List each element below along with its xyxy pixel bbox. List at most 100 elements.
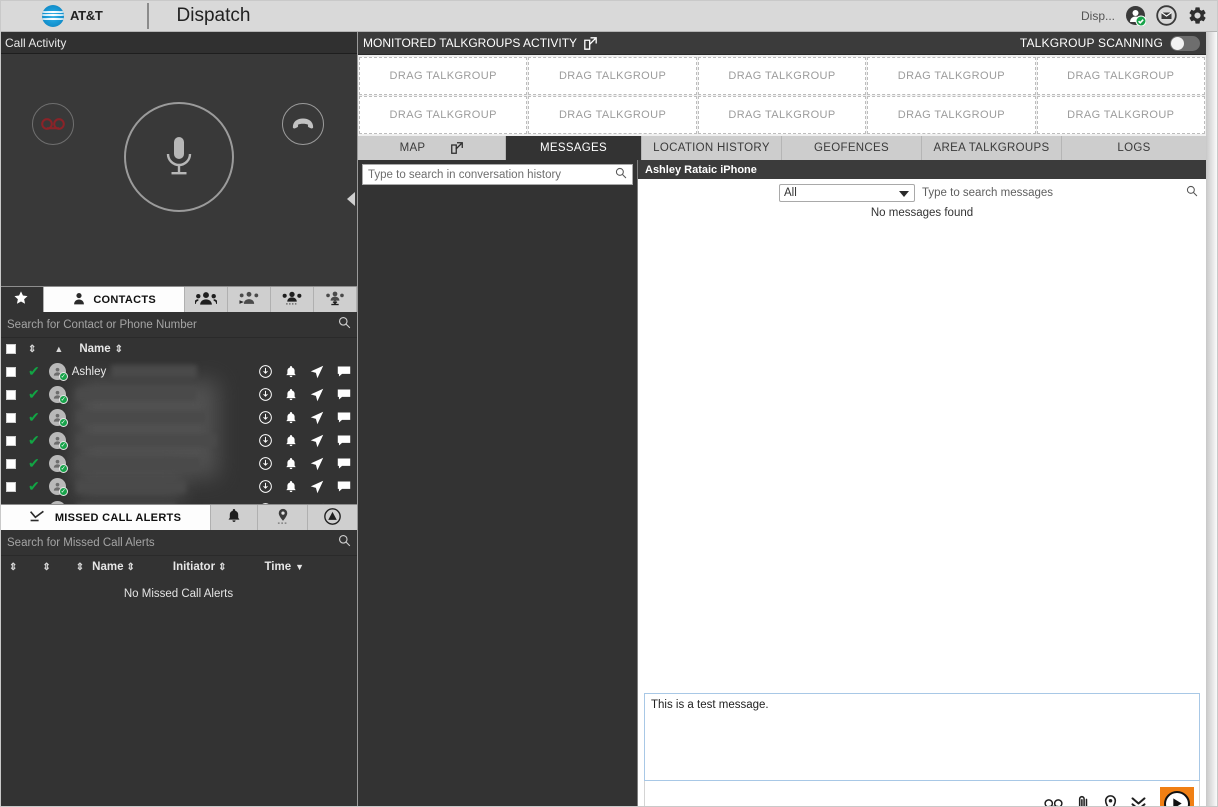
tab-missed-call-alerts[interactable]: MISSED CALL ALERTS	[0, 505, 212, 530]
sort-presence-icon[interactable]: ⇕	[28, 344, 36, 355]
tab-broadcast-groups[interactable]	[228, 287, 272, 312]
search-icon[interactable]	[1186, 184, 1198, 202]
call-alert-icon[interactable]	[259, 457, 272, 470]
talkgroup-slot[interactable]: DRAG TALKGROUP	[1036, 96, 1205, 134]
table-row[interactable]: ✔ ✓ xxxxxxxx	[0, 452, 357, 475]
message-type-select[interactable]: All	[779, 183, 915, 202]
tab-location-alerts[interactable]	[258, 505, 308, 530]
tab-favorites[interactable]	[0, 287, 44, 312]
end-call-button[interactable]	[282, 103, 324, 145]
attachment-icon[interactable]	[1076, 795, 1091, 807]
alert-bell-icon[interactable]	[285, 480, 297, 494]
message-icon[interactable]	[337, 411, 351, 424]
call-alert-icon[interactable]	[259, 365, 272, 378]
alert-bell-icon[interactable]	[285, 388, 297, 402]
message-icon[interactable]	[337, 434, 351, 447]
talkgroup-slot[interactable]: DRAG TALKGROUP	[867, 57, 1036, 95]
row-checkbox[interactable]	[6, 481, 16, 492]
table-row[interactable]: ✔ ✓ xxxxxxxx	[0, 383, 357, 406]
tab-messages[interactable]: MESSAGES	[506, 136, 642, 160]
alert-bell-icon[interactable]	[285, 503, 297, 504]
talkgroup-slot[interactable]: DRAG TALKGROUP	[697, 96, 867, 134]
location-share-icon[interactable]	[1104, 795, 1117, 807]
message-icon[interactable]	[337, 457, 351, 470]
tab-logs[interactable]: LOGS	[1062, 136, 1206, 160]
sort-col2-icon[interactable]: ⇕	[42, 562, 50, 573]
sort-col1-icon[interactable]: ⇕	[9, 562, 17, 573]
settings-gear-icon[interactable]	[1187, 5, 1208, 26]
message-icon[interactable]	[337, 388, 351, 401]
locate-icon[interactable]	[310, 480, 324, 494]
alert-bell-icon[interactable]	[285, 434, 297, 448]
talkgroup-slot[interactable]: DRAG TALKGROUP	[1036, 57, 1205, 95]
send-button[interactable]	[1160, 786, 1194, 807]
call-alert-icon[interactable]	[259, 411, 272, 424]
search-icon[interactable]	[338, 534, 351, 552]
talkgroup-slot[interactable]: DRAG TALKGROUP	[528, 96, 697, 134]
sort-time-icon[interactable]: ▼	[295, 562, 304, 572]
locate-icon[interactable]	[310, 503, 324, 504]
talkgroup-slot[interactable]: DRAG TALKGROUP	[528, 57, 697, 95]
select-all-checkbox[interactable]	[6, 344, 16, 354]
talkgroup-slot[interactable]: DRAG TALKGROUP	[697, 57, 867, 95]
collapse-panel-arrow[interactable]	[347, 192, 355, 206]
locate-icon[interactable]	[310, 434, 324, 448]
message-icon[interactable]	[337, 365, 351, 378]
tab-geofences[interactable]: GEOFENCES	[782, 136, 922, 160]
tab-group-download[interactable]	[314, 287, 357, 312]
sort-initiator-icon[interactable]: ⇕	[218, 562, 226, 573]
sidebar-item-contacts[interactable]: CONTACTS	[43, 287, 186, 312]
tab-map[interactable]: MAP	[358, 136, 506, 160]
message-composer-input[interactable]: This is a test message.	[644, 693, 1200, 781]
search-icon[interactable]	[615, 166, 627, 184]
message-icon[interactable]	[337, 480, 351, 493]
table-row[interactable]: ✔ ✓ xxxxxxxx	[0, 498, 357, 504]
table-row[interactable]: ✔ ✓ xxxxxxxx	[0, 475, 357, 498]
sort-name-icon[interactable]: ⇕	[127, 562, 135, 573]
row-checkbox[interactable]	[6, 366, 16, 377]
call-alert-icon[interactable]	[259, 434, 272, 447]
row-checkbox[interactable]	[6, 435, 16, 446]
sort-col3-icon[interactable]: ⇕	[76, 562, 84, 573]
voice-message-icon[interactable]	[1044, 798, 1063, 807]
locate-icon[interactable]	[310, 411, 324, 425]
locate-icon[interactable]	[310, 457, 324, 471]
popout-icon[interactable]	[584, 36, 597, 50]
talkgroup-slot[interactable]: DRAG TALKGROUP	[359, 57, 528, 95]
messages-history-icon[interactable]	[1156, 5, 1177, 26]
talkgroup-slot[interactable]: DRAG TALKGROUP	[867, 96, 1036, 134]
call-alert-icon[interactable]	[259, 503, 272, 504]
user-status-icon[interactable]	[1125, 5, 1146, 26]
table-row[interactable]: ✔ ✓ Ashley xxxxxxxx	[0, 360, 357, 383]
row-checkbox[interactable]	[6, 389, 16, 400]
sort-avatar-icon[interactable]: ▲	[54, 344, 63, 354]
search-icon[interactable]	[338, 316, 351, 334]
sort-name-icon[interactable]: ⇕	[115, 344, 123, 355]
row-checkbox[interactable]	[6, 458, 16, 469]
tab-area-talkgroups[interactable]: AREA TALKGROUPS	[922, 136, 1062, 160]
call-alert-icon[interactable]	[259, 480, 272, 493]
tab-alerts[interactable]	[211, 505, 259, 530]
tab-location-history[interactable]: LOCATION HISTORY	[642, 136, 782, 160]
table-row[interactable]: ✔ ✓ xxxxxxxx	[0, 429, 357, 452]
tab-emergency-alerts[interactable]	[307, 505, 357, 530]
alert-bell-icon[interactable]	[285, 365, 297, 379]
row-checkbox[interactable]	[6, 412, 16, 423]
quick-text-icon[interactable]	[1130, 795, 1147, 807]
tab-talkgroups[interactable]	[185, 287, 229, 312]
locate-icon[interactable]	[310, 388, 324, 402]
talkgroup-scanning-toggle[interactable]	[1170, 35, 1200, 51]
conversation-search-input[interactable]	[368, 168, 615, 181]
missed-calls-search-input[interactable]	[7, 536, 338, 549]
alert-bell-icon[interactable]	[285, 457, 297, 471]
voicemail-button[interactable]	[32, 103, 74, 145]
alert-bell-icon[interactable]	[285, 411, 297, 425]
message-icon[interactable]	[337, 503, 351, 504]
push-to-talk-button[interactable]	[124, 102, 234, 212]
table-row[interactable]: ✔ ✓ xxxxxxxx	[0, 406, 357, 429]
tab-dynamic-groups[interactable]	[271, 287, 315, 312]
locate-icon[interactable]	[310, 365, 324, 379]
contacts-search-input[interactable]	[7, 318, 338, 331]
message-search-input[interactable]	[922, 186, 1186, 199]
popout-icon[interactable]	[451, 142, 464, 154]
